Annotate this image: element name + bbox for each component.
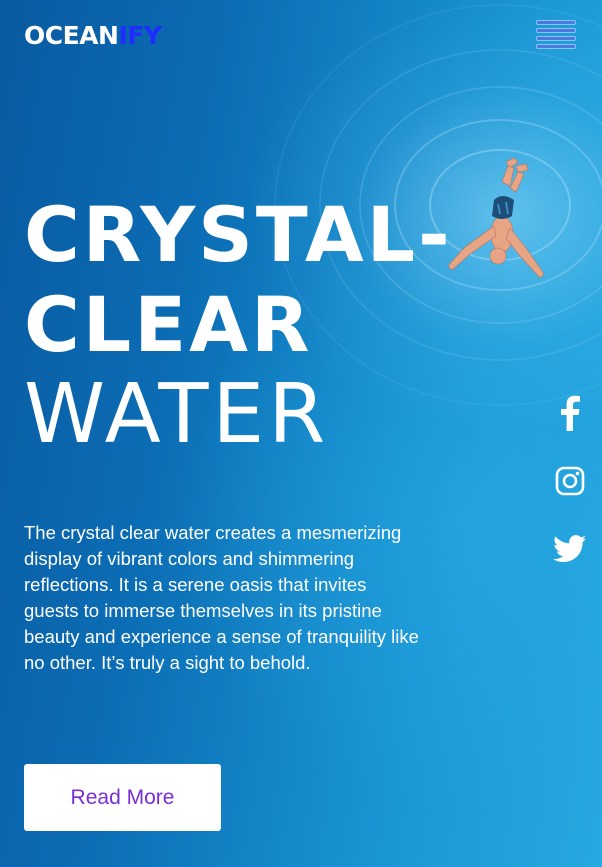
hero-title: CRYSTAL- CLEAR WATER (24, 190, 453, 460)
hero-title-line-2: CLEAR (24, 280, 313, 369)
twitter-icon-glyph (553, 535, 587, 563)
swimmer-image (447, 157, 545, 279)
facebook-icon-glyph (561, 395, 580, 431)
facebook-icon[interactable] (550, 393, 590, 433)
menu-bar-4 (536, 44, 576, 49)
instagram-icon-glyph (555, 466, 585, 496)
logo-text-ocean: OCEAN (24, 21, 119, 50)
menu-bar-3 (536, 36, 576, 41)
hero-title-line-1: CRYSTAL- (24, 190, 453, 279)
instagram-icon[interactable] (550, 461, 590, 501)
twitter-icon[interactable] (550, 529, 590, 569)
menu-bar-2 (536, 28, 576, 33)
hero-title-line-3: WATER (24, 367, 330, 462)
hero-description: The crystal clear water creates a mesmer… (24, 522, 419, 673)
menu-bar-1 (536, 20, 576, 25)
hamburger-menu-icon[interactable] (536, 20, 576, 50)
logo-text-ify: IFY (118, 21, 162, 50)
read-more-button[interactable]: Read More (24, 764, 221, 831)
logo[interactable]: OCEANIFY (24, 21, 162, 50)
